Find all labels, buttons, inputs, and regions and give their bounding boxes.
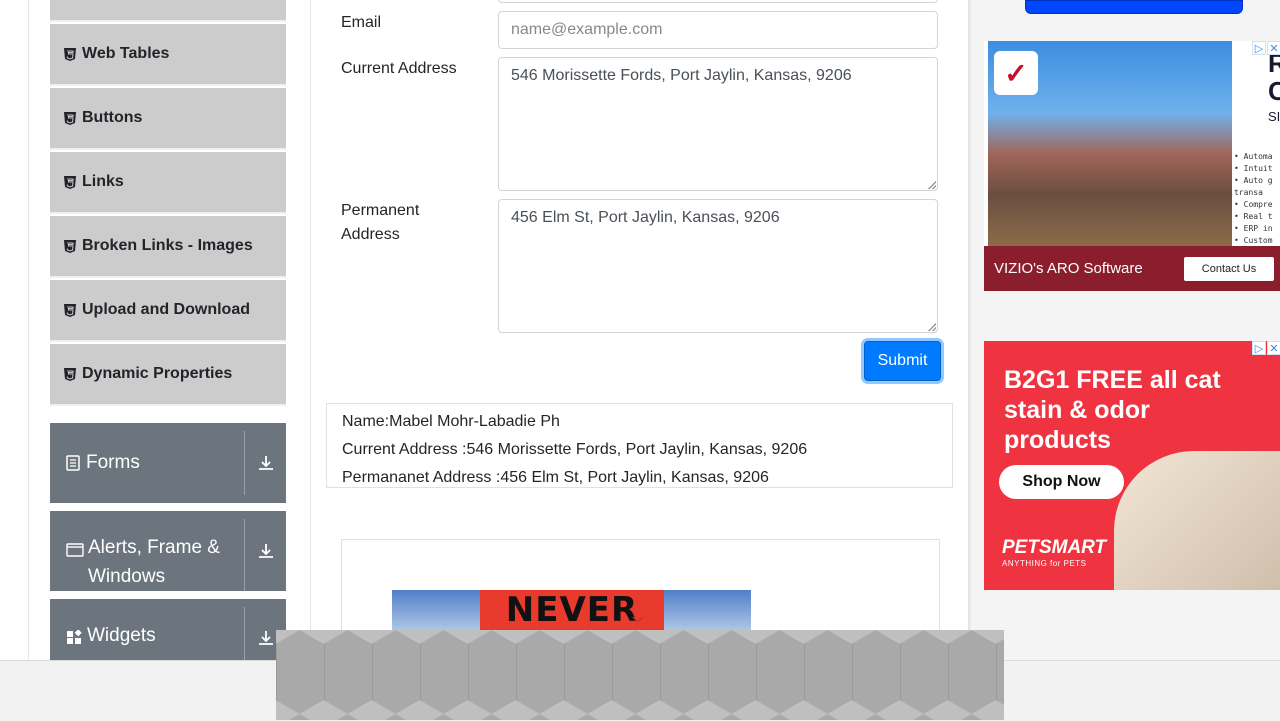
right-column-shadow — [968, 0, 972, 660]
current-address-field[interactable]: 546 Morissette Fords, Port Jaylin, Kansa… — [498, 57, 938, 191]
group-label: Forms — [86, 452, 140, 473]
shop-now-button[interactable]: Shop Now — [999, 465, 1124, 499]
current-address-value: 546 Morissette Fords, Port Jaylin, Kansa… — [511, 67, 852, 84]
permanent-address-value: 456 Elm St, Port Jaylin, Kansas, 9206 — [511, 209, 780, 226]
ad-partial-heading: R C — [1268, 48, 1280, 106]
full-name-field-partial[interactable] — [498, 0, 938, 3]
group-widgets[interactable]: Widgets — [50, 599, 286, 660]
close-icon[interactable]: ✕ — [1267, 341, 1280, 355]
sidebar-item-label: Dynamic Properties — [82, 365, 233, 382]
bottom-ad-banner[interactable] — [276, 630, 1004, 720]
sidebar-item-partial[interactable] — [50, 0, 286, 22]
sidebar-item-buttons[interactable]: Buttons — [50, 88, 286, 150]
document-icon — [66, 455, 80, 471]
sidebar-item-links[interactable]: Links — [50, 152, 286, 214]
cat-and-girl-photo — [1114, 451, 1280, 590]
sidebar-item-label: Buttons — [82, 109, 143, 126]
output-box: Name:Mabel Mohr-Labadie Ph Current Addre… — [326, 403, 953, 488]
ad-headline: B2G1 FREE all cat stain & odor products — [1004, 366, 1221, 454]
group-label: Alerts, Frame & Windows — [88, 537, 220, 587]
download-icon[interactable] — [245, 423, 286, 503]
permanent-address-label: Permanent Address — [341, 202, 420, 243]
checkmark-logo-icon: ✓ — [994, 51, 1038, 95]
sidebar-item-web-tables[interactable]: Web Tables — [50, 24, 286, 86]
current-address-label: Current Address — [341, 60, 457, 77]
ad-vizio[interactable]: ✓ • Automa • Intuit • Auto g transa • Co… — [984, 41, 1280, 291]
group-alerts-frame-windows[interactable]: Alerts, Frame & Windows — [50, 511, 286, 591]
sidebar-item-upload-download[interactable]: Upload and Download — [50, 280, 286, 342]
ad-petsmart[interactable]: B2G1 FREE all cat stain & odor products … — [984, 341, 1280, 590]
resize-handle[interactable] — [928, 323, 936, 331]
permanent-address-field[interactable]: 456 Elm St, Port Jaylin, Kansas, 9206 — [498, 199, 938, 333]
html5-icon — [64, 303, 76, 317]
group-forms[interactable]: Forms — [50, 423, 286, 503]
html5-icon — [64, 111, 76, 125]
left-border — [28, 0, 29, 660]
widgets-icon — [67, 630, 82, 644]
petsmart-tagline: ANYTHING for PETS — [1002, 559, 1087, 568]
html5-icon — [64, 47, 76, 61]
sidebar-item-dynamic-properties[interactable]: Dynamic Properties — [50, 344, 286, 406]
email-field[interactable]: name@example.com — [498, 11, 938, 49]
html5-icon — [64, 367, 76, 381]
output-permanent-address: Permananet Address :456 Elm St, Port Jay… — [342, 469, 769, 486]
close-icon[interactable]: ✕ — [1267, 41, 1280, 55]
email-label: Email — [341, 14, 382, 31]
html5-icon — [64, 239, 76, 253]
html5-icon — [64, 175, 76, 189]
sidebar-item-broken-links[interactable]: Broken Links - Images — [50, 216, 286, 278]
content-border — [310, 0, 311, 660]
group-label: Widgets — [87, 625, 156, 646]
adchoices-icon[interactable]: ▷ — [1252, 41, 1266, 55]
submit-button[interactable]: Submit — [864, 341, 941, 381]
download-icon[interactable] — [245, 511, 286, 591]
sidebar-item-label: Broken Links - Images — [82, 237, 253, 254]
output-current-address: Current Address :546 Morissette Fords, P… — [342, 441, 808, 458]
adchoices-icon[interactable]: ▷ — [1252, 341, 1266, 355]
contact-us-button[interactable]: Contact Us — [1184, 257, 1274, 281]
ad-top-button-partial[interactable] — [1025, 0, 1243, 14]
chevron-down-icon — [632, 616, 644, 624]
sidebar-item-label: Links — [82, 173, 124, 190]
output-name: Name:Mabel Mohr-Labadie Ph — [342, 413, 560, 430]
resize-handle[interactable] — [928, 181, 936, 189]
petsmart-logo: PETSMART — [1002, 537, 1107, 558]
sidebar-item-label: Web Tables — [82, 45, 170, 62]
sidebar-item-label: Upload and Download — [82, 301, 250, 318]
ad-partial-subheading: SI — [1268, 109, 1280, 124]
window-icon — [66, 543, 84, 557]
